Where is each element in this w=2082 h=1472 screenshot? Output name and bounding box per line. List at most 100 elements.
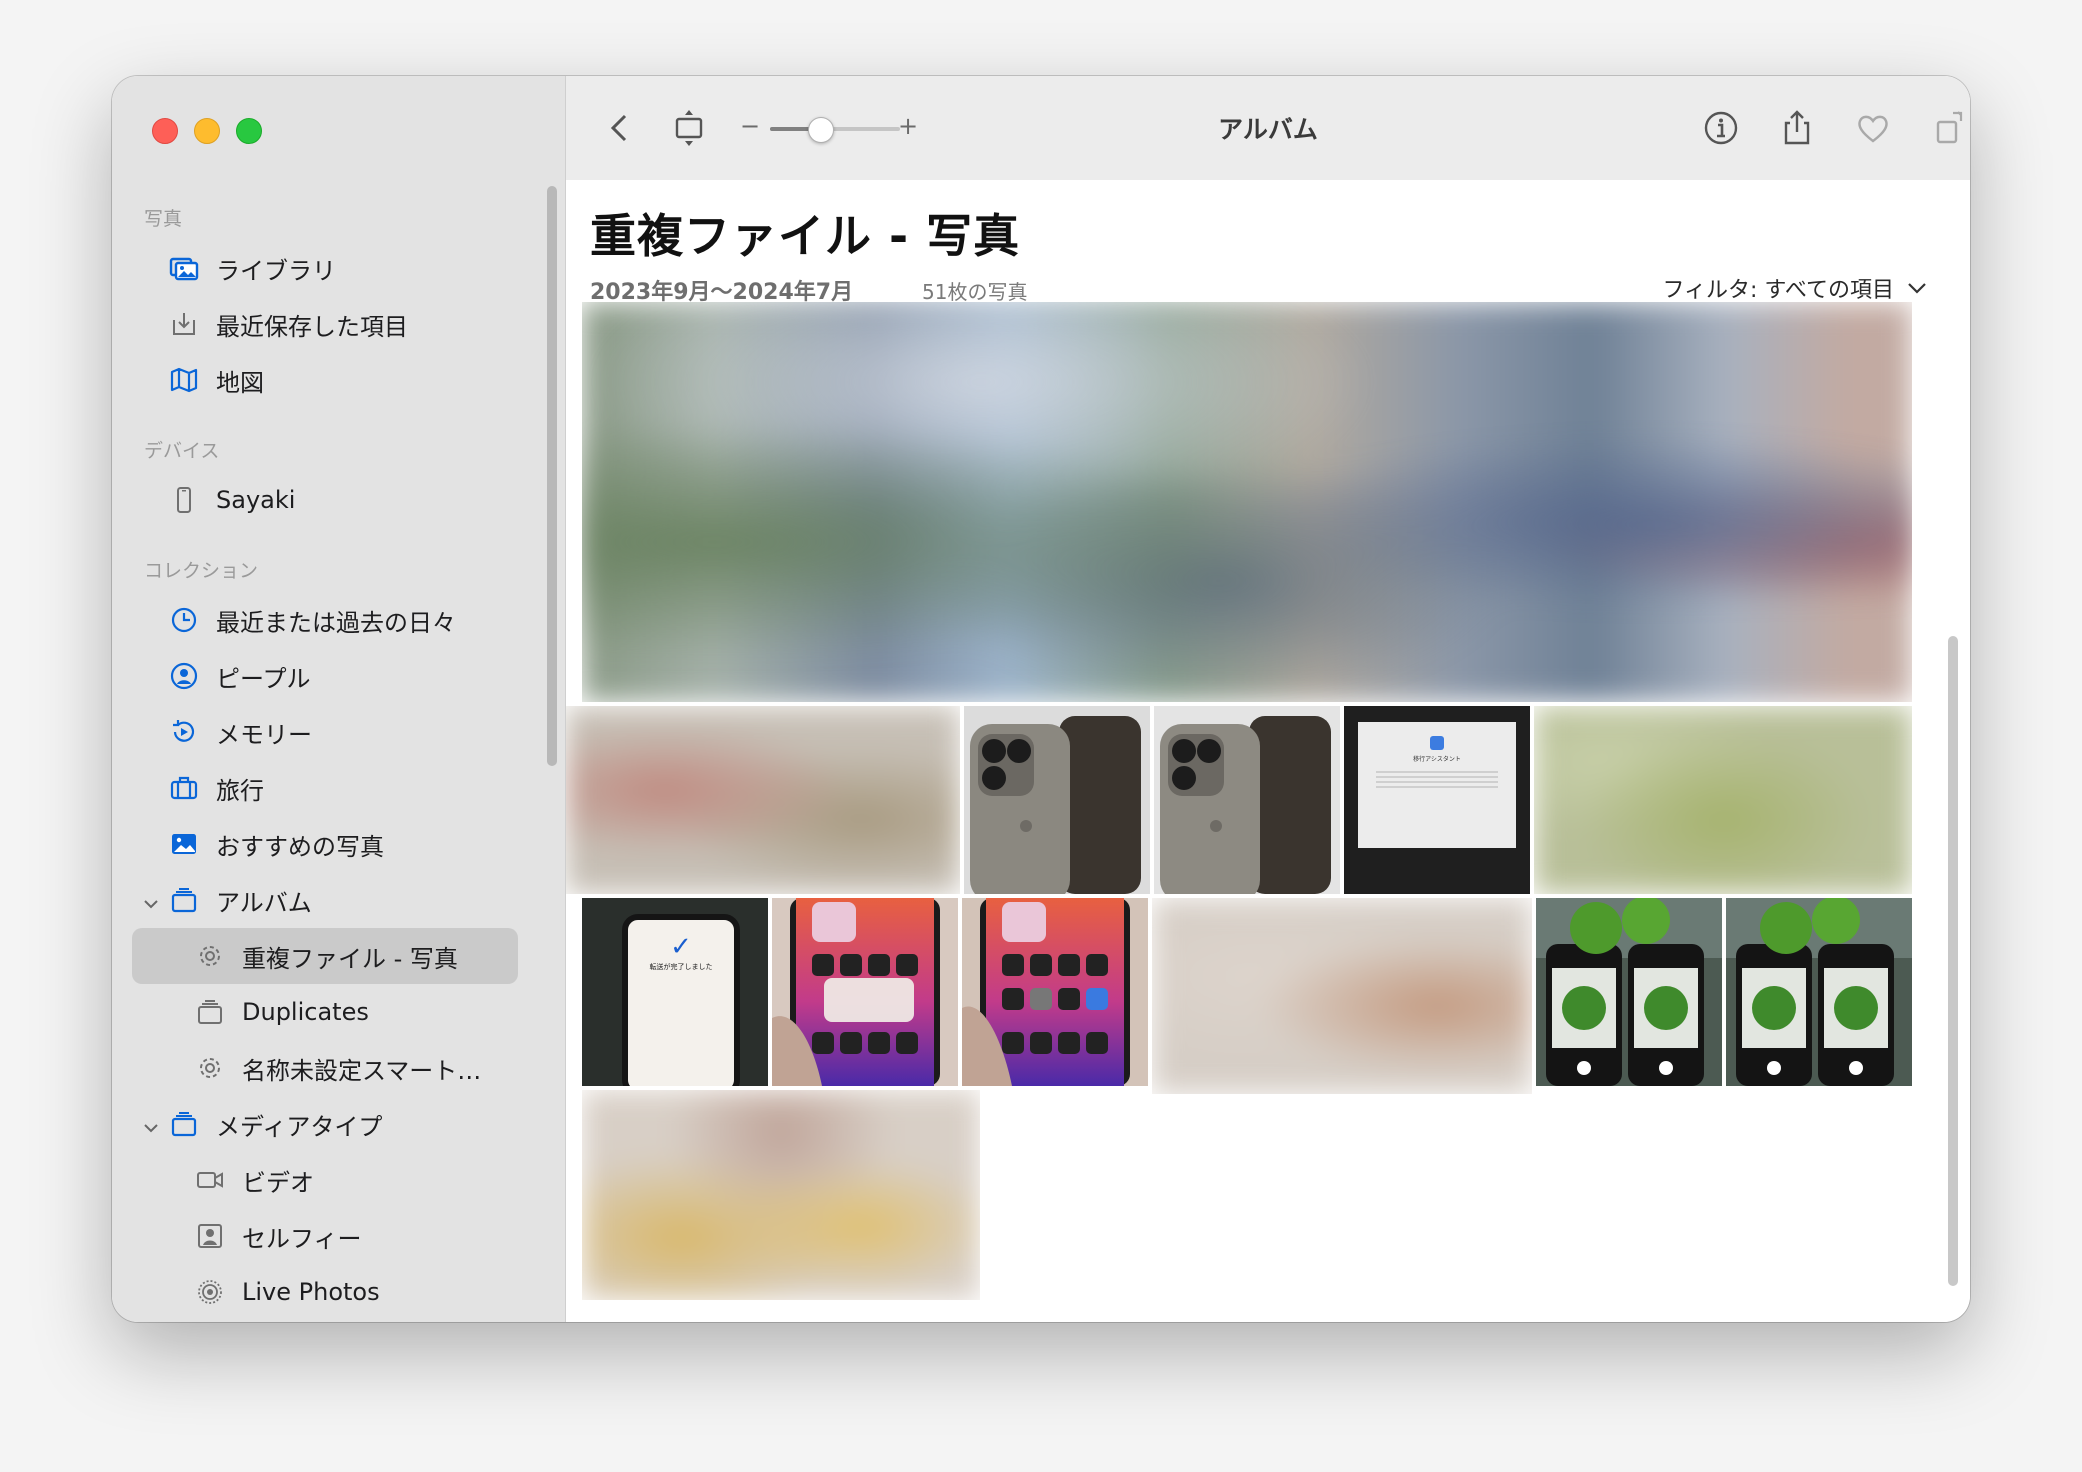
sidebar-item-label: ピープル [216,664,311,693]
sidebar-item-untitled-smart-album[interactable]: 名称未設定スマート… [132,1040,518,1096]
sidebar-item-label: 最近または過去の日々 [216,608,456,637]
live-photo-icon [194,1276,226,1308]
sidebar-item-label: 旅行 [216,776,264,805]
gear-icon [194,1052,226,1084]
photo-thumbnail[interactable]: 移行アシスタント [1344,706,1530,894]
sidebar-item-people[interactable]: ピープル [132,648,518,704]
rotate-button[interactable] [1926,104,1970,152]
sidebar-item-live-photos[interactable]: Live Photos [132,1264,518,1320]
photo-thumbnail[interactable] [964,706,1150,894]
sidebar-item-media-types[interactable]: メディアタイプ [132,1096,518,1152]
sidebar-item-library[interactable]: ライブラリ [132,240,518,296]
person-circle-icon [168,660,200,692]
sidebar-item-label: Live Photos [242,1278,380,1306]
chevron-left-icon [610,114,627,142]
info-icon [1704,111,1738,145]
video-camera-icon [194,1164,226,1196]
photo-thumbnail[interactable] [566,706,960,894]
square-aspect-icon [675,110,703,146]
sidebar-item-label: Sayaki [216,486,296,514]
suitcase-icon [168,772,200,804]
section-header-photos: 写真 [144,208,183,230]
zoom-slider[interactable]: − + [740,112,918,143]
heart-icon [1858,115,1888,143]
transfer-done-text: 転送が完了しました [649,963,713,971]
aspect-ratio-button[interactable] [664,104,714,152]
sidebar: 写真 ライブラリ 最近保存した項目 地図 デバイス Sayaki コレクション … [112,76,566,1322]
sidebar-item-map[interactable]: 地図 [132,352,518,408]
photo-thumbnail[interactable]: ✓ 転送が完了しました [582,898,768,1086]
sidebar-item-memories[interactable]: メモリー [132,704,518,760]
migration-title: 移行アシスタント [1413,756,1461,763]
sidebar-item-albums[interactable]: アルバム [132,872,518,928]
sidebar-item-recently-saved[interactable]: 最近保存した項目 [132,296,518,352]
library-icon [168,252,200,284]
sidebar-item-label: セルフィー [242,1224,362,1253]
chevron-down-icon [1908,283,1926,294]
photo-thumbnail[interactable] [1536,898,1722,1086]
sidebar-item-duplicate-files-photos[interactable]: 重複ファイル - 写真 [132,928,518,984]
photo-thumbnail[interactable] [1726,898,1912,1086]
toolbar: − + アルバム [566,76,1970,180]
sidebar-item-label: ライブラリ [216,256,336,285]
chevron-down-icon[interactable] [142,1115,160,1133]
photos-window: 写真 ライブラリ 最近保存した項目 地図 デバイス Sayaki コレクション … [112,76,1970,1322]
filter-menu[interactable]: フィルタ: すべての項目 [1662,272,1930,304]
album-photo-count: 51枚の写真 [922,280,1028,304]
back-button[interactable] [596,104,646,152]
sidebar-item-label: メモリー [216,720,312,749]
photo-thumbnail[interactable] [1152,898,1532,1094]
album-stack-icon [194,996,226,1028]
sidebar-item-label: おすすめの写真 [216,832,384,861]
sidebar-item-trips[interactable]: 旅行 [132,760,518,816]
chevron-down-icon[interactable] [142,891,160,909]
photo-thumbnail[interactable] [962,898,1148,1086]
filter-label: フィルタ: すべての項目 [1662,278,1894,303]
sidebar-scrollbar[interactable] [547,186,557,766]
sidebar-item-label: 名称未設定スマート… [242,1056,482,1085]
checkmark-icon: ✓ [670,932,692,962]
sidebar-item-days[interactable]: 最近または過去の日々 [132,592,518,648]
sidebar-item-device-sayaki[interactable]: Sayaki [132,472,518,528]
close-window-button[interactable] [152,118,178,144]
photo-thumbnail[interactable] [582,1090,980,1300]
window-controls [152,118,262,144]
sidebar-item-selfies[interactable]: セルフィー [132,1208,518,1264]
memories-icon [168,716,200,748]
share-icon [1784,110,1810,145]
album-title: 重複ファイル - 写真 [590,209,1021,263]
media-stack-icon [168,1108,200,1140]
zoom-knob[interactable] [808,117,834,143]
photo-grid: 移行アシスタント ✓ 転送が完了しました [566,302,1956,1322]
rotate-icon [1936,111,1963,144]
sidebar-item-label: Duplicates [242,998,369,1026]
sidebar-item-duplicates[interactable]: Duplicates [132,984,518,1040]
phone-screen: ✓ 転送が完了しました [622,914,740,1086]
migration-screen: 移行アシスタント [1358,722,1516,848]
zoom-in-label: + [898,112,919,140]
sidebar-item-featured[interactable]: おすすめの写真 [132,816,518,872]
section-header-collections: コレクション [144,560,259,582]
migration-icon [1430,736,1444,750]
favorite-button[interactable] [1848,104,1898,152]
zoom-out-label: − [740,112,761,140]
photo-thumbnail[interactable] [1154,706,1340,894]
sidebar-item-label: 重複ファイル - 写真 [242,944,458,973]
sidebar-item-label: 地図 [216,368,264,397]
photo-thumbnail[interactable] [1534,706,1912,894]
photo-thumbnail[interactable] [582,302,1912,702]
minimize-window-button[interactable] [194,118,220,144]
iphone-icon [168,484,200,516]
zoom-window-button[interactable] [236,118,262,144]
main-content: − + アルバム 重複ファイル - 写真 2023年9月〜2024年7月 51枚… [566,76,1970,1322]
section-header-devices: デバイス [144,440,220,462]
sidebar-item-label: アルバム [216,888,312,917]
share-button[interactable] [1772,104,1822,152]
download-tray-icon [168,308,200,340]
map-icon [168,364,200,396]
sidebar-item-videos[interactable]: ビデオ [132,1152,518,1208]
info-button[interactable] [1696,104,1746,152]
photo-thumbnail[interactable] [772,898,958,1086]
sidebar-item-label: ビデオ [242,1168,314,1197]
gear-icon [194,940,226,972]
